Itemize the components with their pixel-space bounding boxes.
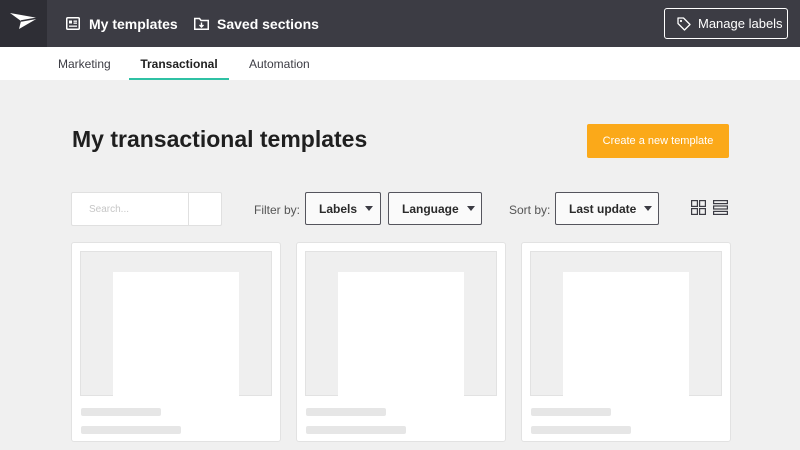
template-thumbnail-placeholder	[530, 251, 722, 397]
search-input[interactable]	[72, 193, 189, 225]
title-placeholder	[531, 408, 611, 416]
template-card[interactable]	[521, 242, 731, 442]
filter-by-label: Filter by:	[254, 203, 301, 217]
subtitle-placeholder	[306, 426, 406, 434]
template-thumbnail-placeholder	[80, 251, 272, 397]
template-card[interactable]	[71, 242, 281, 442]
nav-label: My templates	[89, 15, 178, 32]
caret-down-icon	[365, 206, 374, 211]
thumbnail-page	[113, 272, 239, 397]
tab-marketing[interactable]: Marketing	[58, 47, 111, 80]
paper-plane-logo-icon	[9, 12, 39, 35]
grid-view-icon[interactable]	[691, 200, 707, 216]
language-filter-label: Language	[402, 201, 459, 216]
top-bar: My templates Saved sections Manage label…	[0, 0, 800, 47]
thumbnail-page	[338, 272, 464, 397]
tab-automation[interactable]: Automation	[249, 47, 310, 80]
nav-saved-sections[interactable]: Saved sections	[193, 0, 319, 47]
subtitle-placeholder	[81, 426, 181, 434]
nav-my-templates[interactable]: My templates	[65, 0, 178, 47]
app-logo[interactable]	[0, 0, 47, 47]
subtitle-placeholder	[531, 426, 631, 434]
template-thumbnail-placeholder	[305, 251, 497, 397]
search-box	[71, 192, 222, 226]
language-filter-dropdown[interactable]: Language	[388, 192, 482, 225]
template-card[interactable]	[296, 242, 506, 442]
create-template-button[interactable]: Create a new template	[587, 124, 729, 158]
sort-dropdown[interactable]: Last update	[555, 192, 659, 225]
caret-down-icon	[644, 206, 653, 211]
list-view-icon[interactable]	[713, 200, 729, 215]
manage-labels-button[interactable]: Manage labels	[664, 8, 788, 39]
sort-value: Last update	[569, 201, 637, 216]
title-placeholder	[81, 408, 161, 416]
search-button[interactable]	[188, 193, 222, 225]
nav-label: Saved sections	[217, 15, 319, 32]
tab-transactional[interactable]: Transactional	[129, 47, 229, 80]
manage-labels-label: Manage labels	[698, 16, 783, 31]
caret-down-icon	[466, 206, 475, 211]
thumbnail-page	[563, 272, 689, 397]
labels-filter-dropdown[interactable]: Labels	[305, 192, 381, 225]
labels-filter-label: Labels	[319, 201, 358, 216]
sort-by-label: Sort by:	[509, 203, 551, 217]
folder-download-icon	[193, 16, 209, 32]
template-list-icon	[65, 16, 81, 32]
tab-bar: Marketing Transactional Automation	[0, 47, 800, 80]
tag-icon	[677, 16, 691, 31]
page-title: My transactional templates	[72, 126, 368, 152]
title-placeholder	[306, 408, 386, 416]
